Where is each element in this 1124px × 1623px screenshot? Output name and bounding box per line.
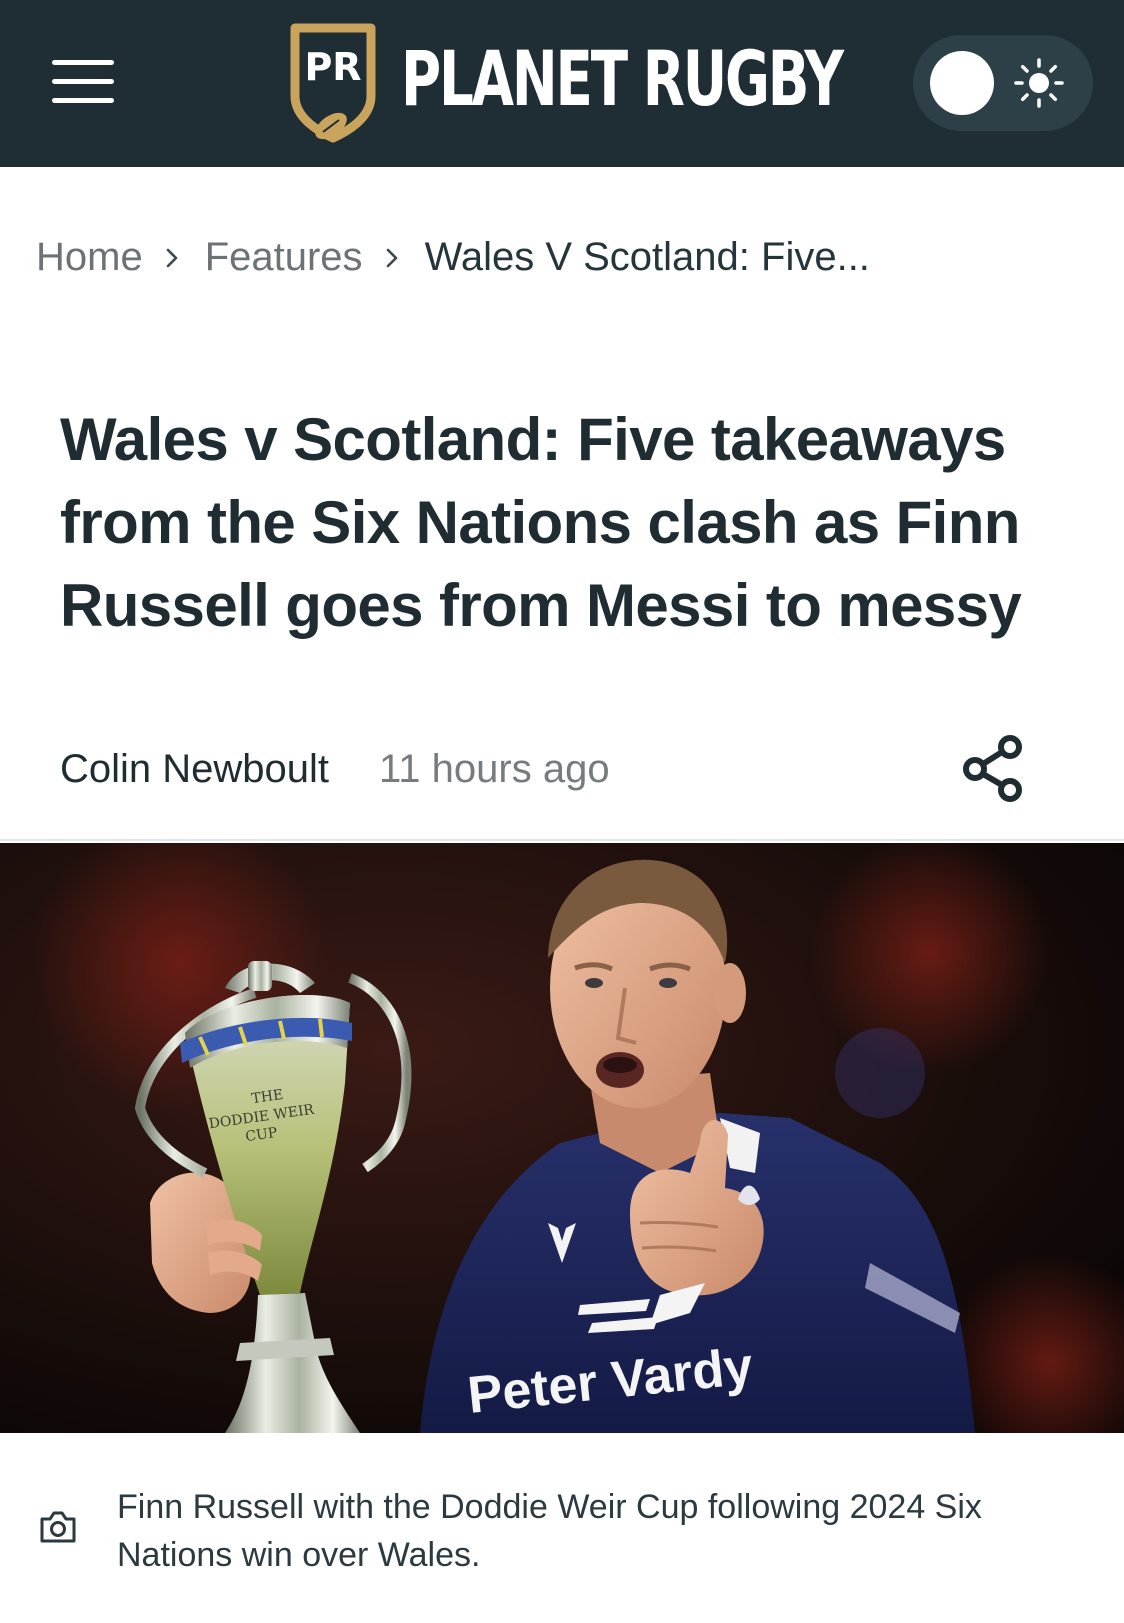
sun-icon — [1014, 58, 1064, 108]
logo-monogram: PR — [304, 45, 361, 89]
planet-rugby-shield-icon: PR — [290, 23, 376, 143]
breadcrumb-current-page[interactable]: Wales V Scotland: Five... — [425, 235, 870, 280]
share-icon[interactable] — [960, 733, 1026, 803]
published-time: 11 hours ago — [379, 746, 610, 791]
chevron-right-icon — [143, 242, 205, 272]
article-byline: Colin Newboult 11 hours ago — [60, 744, 610, 794]
chevron-right-icon — [363, 242, 425, 272]
article-headline: Wales v Scotland: Five takeaways from th… — [60, 406, 1022, 639]
hamburger-menu-icon[interactable] — [52, 58, 114, 106]
divider — [0, 839, 1124, 841]
breadcrumb-features-link[interactable]: Features — [205, 235, 363, 280]
hero-photo[interactable]: Peter Vardy THE DODDIE WEIR CUP — [0, 843, 1124, 1433]
image-caption: Finn Russell with the Doddie Weir Cup fo… — [0, 1433, 1124, 1623]
site-logo[interactable]: PR PLANET RUGBY — [289, 22, 1013, 146]
author-name[interactable]: Colin Newboult — [60, 747, 329, 792]
logo-wordmark: PLANET RUGBY — [401, 34, 844, 123]
caption-text: Finn Russell with the Doddie Weir Cup fo… — [117, 1488, 982, 1574]
breadcrumb: Home Features Wales V Scotland: Five... — [36, 232, 870, 282]
camera-icon — [40, 1511, 76, 1543]
theme-toggle-switch[interactable] — [913, 35, 1093, 131]
site-header: PR PLANET RUGBY — [0, 0, 1124, 167]
toggle-knob — [930, 51, 994, 115]
breadcrumb-home-link[interactable]: Home — [36, 235, 143, 280]
